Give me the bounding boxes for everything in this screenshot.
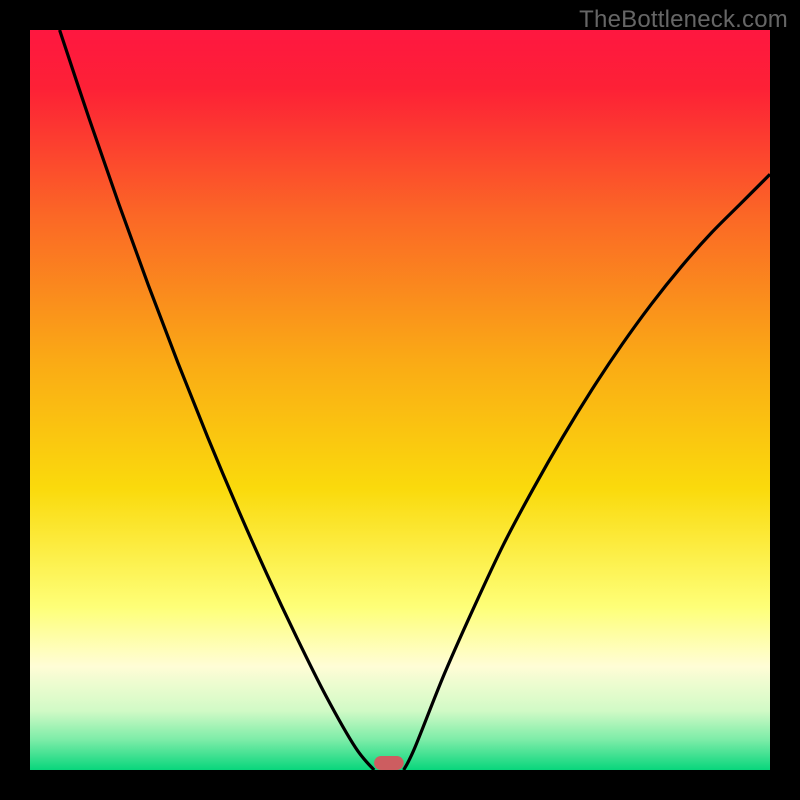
watermark-text: TheBottleneck.com: [579, 6, 788, 34]
chart-frame: { "watermark": "TheBottleneck.com", "cha…: [0, 0, 800, 800]
plot-background: [30, 30, 770, 770]
optimum-marker: [374, 756, 404, 770]
bottleneck-chart: [0, 0, 800, 800]
